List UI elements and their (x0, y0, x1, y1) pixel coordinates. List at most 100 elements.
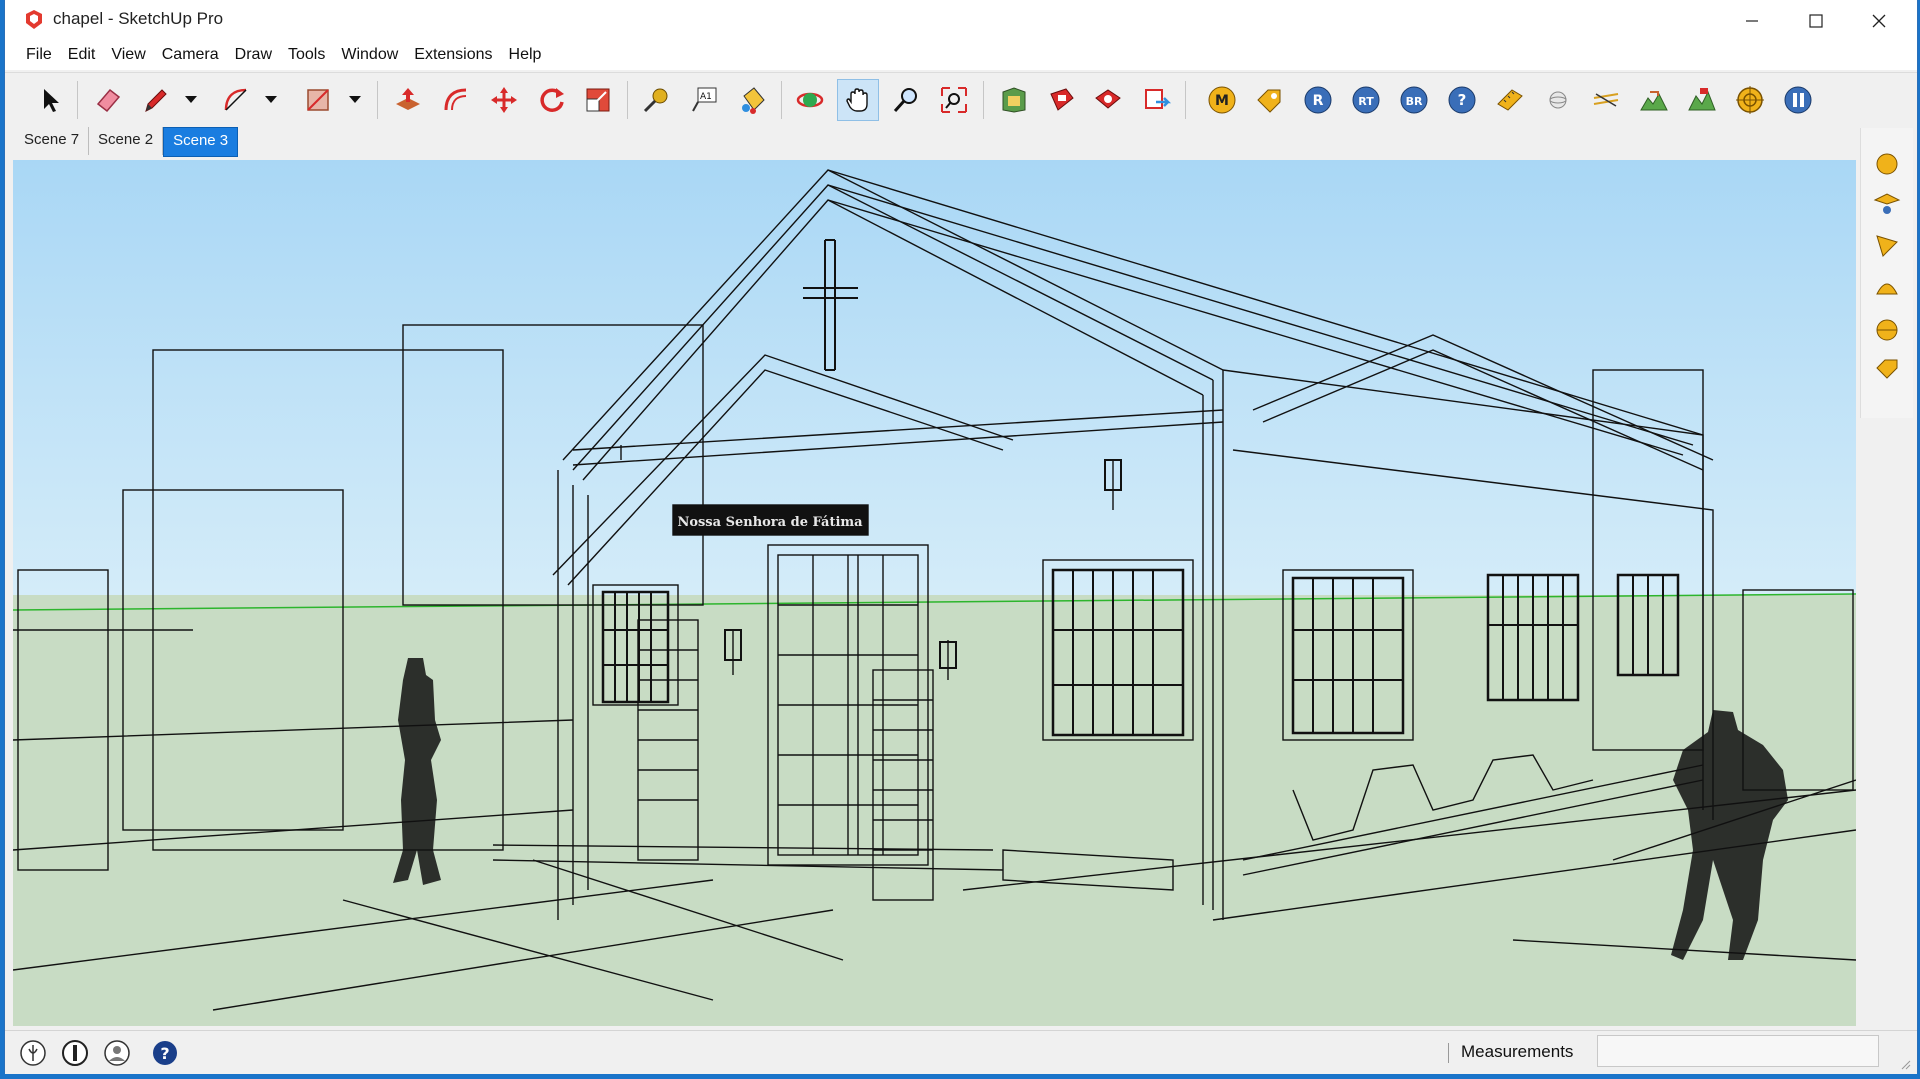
maximize-icon (1809, 14, 1823, 28)
model-viewport[interactable]: Nossa Senhora de Fátima (13, 160, 1856, 1026)
menu-camera[interactable]: Camera (155, 42, 228, 70)
svg-text:A1: A1 (700, 92, 712, 102)
layout-icon (1145, 89, 1172, 109)
terrain2-icon (1688, 88, 1716, 111)
rotate-icon (540, 88, 564, 112)
m-icon: M (1208, 86, 1236, 114)
extension-manager-icon (1095, 89, 1121, 109)
offset-tool-button[interactable] (435, 79, 477, 121)
terrain-tool-button[interactable] (1633, 79, 1675, 121)
br-tool-button[interactable]: BR (1393, 79, 1435, 121)
eraser-icon (96, 88, 121, 113)
sketchup-window: chapel - SketchUp Pro File Edit View Cam… (4, 0, 1918, 1074)
flag-icon[interactable] (1873, 232, 1901, 260)
title-bar: chapel - SketchUp Pro (5, 0, 1917, 42)
menu-draw[interactable]: Draw (228, 42, 281, 70)
menu-extensions[interactable]: Extensions (407, 42, 501, 70)
sun-sphere-icon[interactable] (1873, 150, 1901, 178)
r-tool-button[interactable]: R (1297, 79, 1339, 121)
right-tool-tray (1860, 128, 1913, 418)
r-icon-label: R (1313, 93, 1324, 109)
sphere-tool-button[interactable] (1537, 79, 1579, 121)
minimize-icon (1746, 20, 1758, 22)
help-tool-button[interactable]: ? (1441, 79, 1483, 121)
pause-icon (1784, 86, 1812, 114)
r-icon: R (1304, 86, 1332, 114)
menu-file[interactable]: File (19, 42, 61, 70)
section-tool-button[interactable] (1585, 79, 1627, 121)
sphere-icon (1549, 91, 1567, 109)
status-bar: ? Measurements (5, 1030, 1917, 1074)
chevron-down-icon[interactable] (347, 91, 363, 107)
menu-window[interactable]: Window (334, 42, 407, 70)
3d-warehouse-button[interactable] (993, 79, 1035, 121)
resize-grip-icon[interactable] (1899, 1058, 1911, 1070)
menu-tools[interactable]: Tools (281, 42, 334, 70)
globe-icon[interactable] (1873, 316, 1901, 344)
walk-icon[interactable] (1873, 190, 1901, 218)
close-button[interactable] (1848, 0, 1910, 42)
sky (13, 160, 1856, 595)
dome-icon[interactable] (1873, 274, 1901, 302)
m-tool-button[interactable]: M (1201, 79, 1243, 121)
tag-icon (1257, 89, 1281, 113)
user-account-icon[interactable] (103, 1039, 131, 1067)
pencil-icon (145, 89, 167, 112)
scale-tool-button[interactable] (577, 79, 619, 121)
extension-warehouse-icon (1050, 88, 1074, 111)
help-icon: ? (1448, 86, 1476, 114)
geolocation-icon[interactable] (19, 1039, 47, 1067)
orbit-tool-button[interactable] (789, 79, 831, 121)
credits-icon[interactable] (61, 1039, 89, 1067)
tag-tool-button[interactable] (1249, 79, 1291, 121)
menu-bar: File Edit View Camera Draw Tools Window … (5, 42, 1917, 70)
tab-scene-2[interactable]: Scene 2 (89, 127, 164, 155)
arc-tool-button[interactable] (215, 79, 257, 121)
zoom-extents-tool-button[interactable] (933, 79, 975, 121)
zoom-tool-button[interactable] (885, 79, 927, 121)
br-icon: BR (1400, 86, 1428, 114)
move-tool-button[interactable] (483, 79, 525, 121)
status-divider (1448, 1043, 1449, 1063)
select-tool-button[interactable] (29, 79, 71, 121)
text-tool-button[interactable]: A1 (683, 79, 725, 121)
m-icon-label: M (1215, 93, 1229, 109)
tag-tray-icon[interactable] (1873, 356, 1901, 384)
push-pull-tool-button[interactable] (387, 79, 429, 121)
chevron-down-icon[interactable] (183, 91, 199, 107)
layout-button[interactable] (1135, 79, 1177, 121)
pause-tool-button[interactable] (1777, 79, 1819, 121)
menu-help[interactable]: Help (502, 42, 551, 70)
rectangle-tool-button[interactable] (297, 79, 339, 121)
tab-scene-7[interactable]: Scene 7 (15, 127, 90, 155)
chapel-wireframe-drawing: Nossa Senhora de Fátima (13, 160, 1856, 1026)
chapel-sign-text: Nossa Senhora de Fátima (677, 515, 863, 530)
tape-measure-icon (643, 88, 668, 113)
instructor-help-icon[interactable]: ? (151, 1039, 179, 1067)
target-icon (1736, 86, 1764, 114)
pencil-tool-button[interactable] (135, 79, 177, 121)
terrain2-tool-button[interactable] (1681, 79, 1723, 121)
target-tool-button[interactable] (1729, 79, 1771, 121)
minimize-button[interactable] (1721, 0, 1783, 42)
sketchup-logo-icon (26, 10, 42, 29)
text-icon: A1 (692, 87, 717, 112)
eraser-tool-button[interactable] (87, 79, 129, 121)
rt-tool-button[interactable]: RT (1345, 79, 1387, 121)
tab-scene-3[interactable]: Scene 3 (163, 127, 239, 157)
menu-edit[interactable]: Edit (61, 42, 105, 70)
tape-measure-tool-button[interactable] (635, 79, 677, 121)
extension-manager-button[interactable] (1087, 79, 1129, 121)
menu-view[interactable]: View (104, 42, 154, 70)
chevron-down-icon[interactable] (263, 91, 279, 107)
paint-bucket-tool-button[interactable] (731, 79, 773, 121)
measurements-input[interactable] (1597, 1035, 1879, 1067)
rotate-tool-button[interactable] (531, 79, 573, 121)
br-icon-label: BR (1406, 95, 1423, 108)
ruler-tool-button[interactable] (1489, 79, 1531, 121)
help-icon-label: ? (1458, 91, 1467, 109)
extension-warehouse-button[interactable] (1041, 79, 1083, 121)
arc-icon (224, 88, 247, 111)
maximize-button[interactable] (1785, 0, 1847, 42)
pan-tool-button[interactable] (837, 79, 879, 121)
